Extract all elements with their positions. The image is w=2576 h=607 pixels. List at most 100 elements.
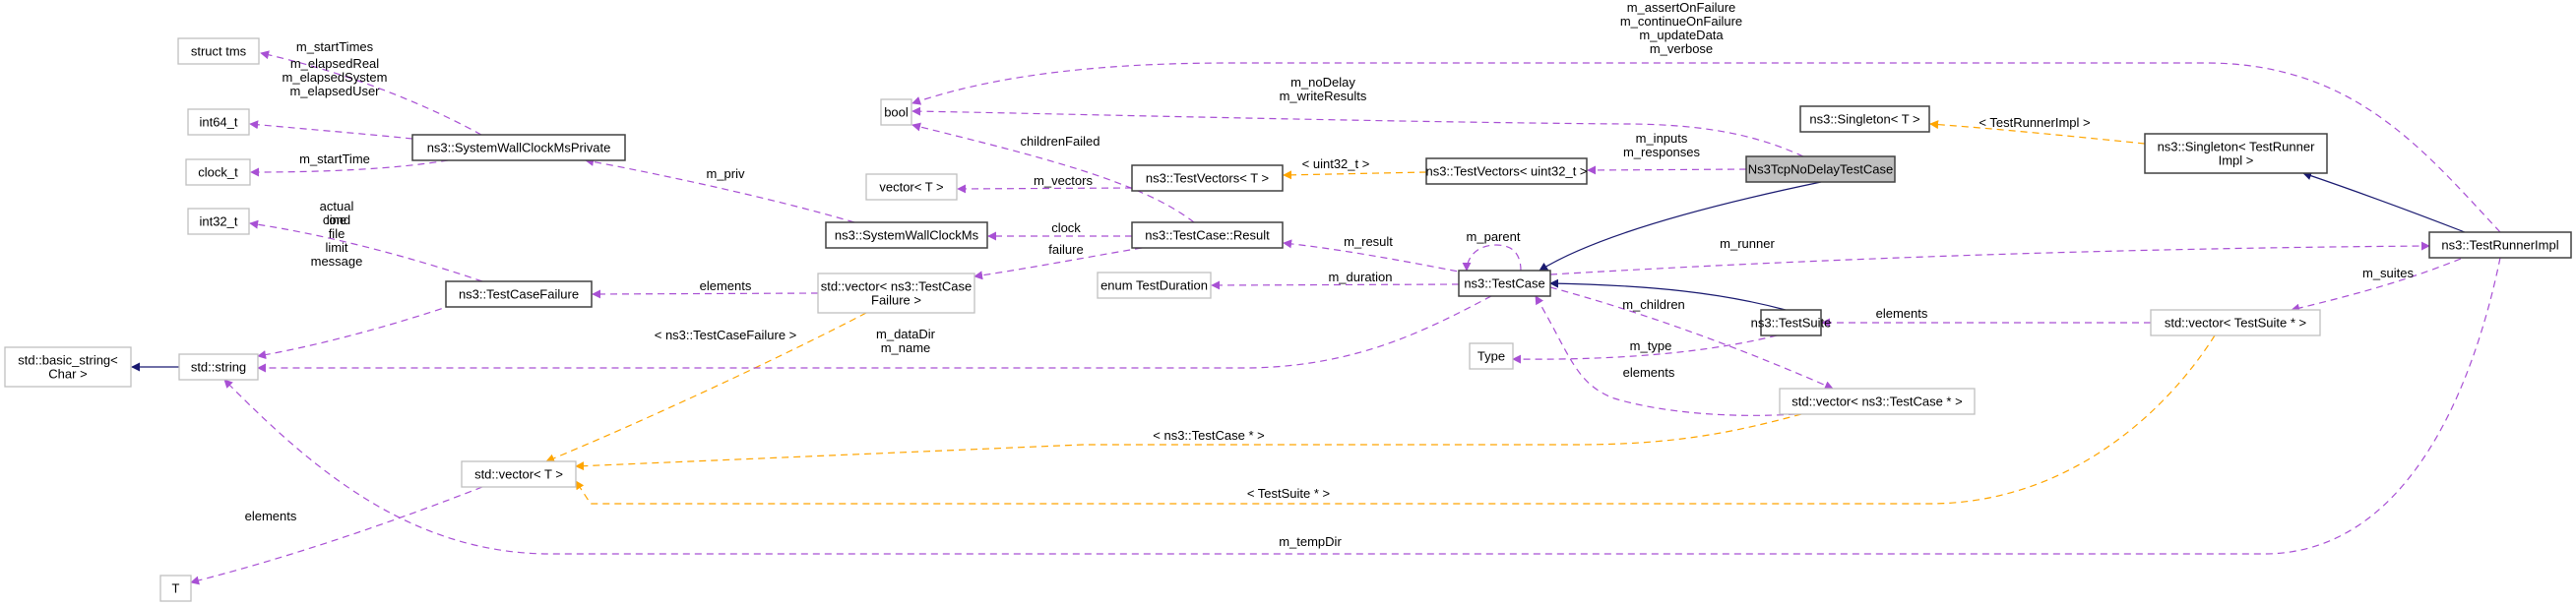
edge-usage-testcasefailure-to-std_string — [257, 304, 454, 360]
edge-label: m_type — [1630, 338, 1672, 353]
edge-label: m_elapsedReal — [290, 56, 379, 71]
edge-label: m_priv — [706, 166, 745, 181]
edge-label: < TestRunnerImpl > — [1979, 115, 2090, 130]
class-node-swcm[interactable]: ns3::SystemWallClockMs — [825, 221, 988, 249]
edge-label: m_writeResults — [1280, 89, 1367, 103]
class-node-std-string: std::string — [178, 353, 259, 381]
node-label: ns3::TestCase::Result — [1145, 228, 1270, 243]
edge-usage-swcm_private-to-int64_t — [249, 120, 413, 140]
node-label: Failure > — [871, 293, 921, 308]
edge-label: m_elapsedUser — [289, 84, 380, 98]
edge-label: m_suites — [2362, 266, 2415, 280]
node-label: ns3::TestCase — [1464, 276, 1544, 291]
class-node-testrunnerimpl[interactable]: ns3::TestRunnerImpl — [2428, 231, 2572, 259]
class-node-testsuite[interactable]: ns3::TestSuite — [1751, 309, 1832, 336]
class-node-focus[interactable]: Ns3TcpNoDelayTestCase — [1745, 155, 1896, 183]
class-node-singleton-T[interactable]: ns3::Singleton< T > — [1799, 105, 1930, 133]
edge-usage-testcase-to-testrunnerimpl — [1549, 241, 2430, 275]
edge-usage-testcase-to-vec_testcase — [1549, 286, 1834, 390]
edge-usage-testcase-to-enum_duration — [1211, 280, 1460, 290]
class-node-testvectors-u32[interactable]: ns3::TestVectors< uint32_t > — [1425, 157, 1588, 185]
edge-label: < uint32_t > — [1302, 156, 1370, 171]
node-label: vector< T > — [879, 180, 943, 195]
class-node-vector-T: vector< T > — [865, 173, 958, 201]
edge-usage-vec_testcase-to-testcase — [1535, 295, 1796, 416]
edge-label: m_startTimes — [296, 39, 374, 54]
edge-label: m_duration — [1328, 270, 1392, 284]
class-node-tc-result[interactable]: ns3::TestCase::Result — [1131, 221, 1284, 249]
class-node-int64-t: int64_t — [187, 108, 250, 136]
edge-label: < ns3::TestCase * > — [1153, 428, 1264, 443]
edge-inherit-focus-to-testcase — [1539, 181, 1822, 272]
class-node-vec-tcf: std::vector< ns3::TestCaseFailure > — [817, 273, 975, 314]
node-label: Char > — [48, 367, 87, 382]
class-node-testcase[interactable]: ns3::TestCase — [1458, 270, 1551, 297]
node-label: Ns3TcpNoDelayTestCase — [1748, 162, 1893, 177]
class-node-type: Type — [1469, 342, 1514, 370]
class-node-testcasefailure[interactable]: ns3::TestCaseFailure — [445, 280, 593, 308]
node-label: std::vector< T > — [474, 467, 563, 482]
edge-label: m_vectors — [1034, 173, 1093, 188]
edge-label: m_name — [881, 340, 931, 355]
edge-label: m_inputs — [1636, 131, 1688, 146]
node-label: T — [172, 581, 180, 596]
edge-label: m_assertOnFailure — [1627, 0, 1736, 15]
edge-template-testvectors_u32-to-testvectors_T — [1283, 170, 1427, 180]
node-label: std::basic_string< — [18, 353, 118, 368]
class-node-std-vector-T: std::vector< T > — [461, 460, 577, 488]
node-label: struct tms — [191, 44, 247, 59]
node-label: ns3::TestVectors< uint32_t > — [1425, 164, 1587, 179]
nodes-layer: struct tmsint64_tclock_tint32_tstd::basi… — [4, 37, 2572, 602]
edge-label: m_responses — [1623, 145, 1701, 159]
node-label: ns3::TestVectors< T > — [1146, 171, 1269, 186]
edge-label: childrenFailed — [1021, 134, 1100, 149]
edge-label: elements — [1623, 365, 1675, 380]
node-label: ns3::TestSuite — [1751, 316, 1832, 331]
node-label: std::vector< TestSuite * > — [2165, 316, 2306, 331]
edge-label: m_tempDir — [1279, 534, 1342, 549]
edge-usage-focus-to-testvectors_u32 — [1587, 165, 1747, 175]
class-node-singleton-tri[interactable]: ns3::Singleton< TestRunnerImpl > — [2144, 133, 2328, 174]
node-label: ns3::TestRunnerImpl — [2441, 238, 2558, 253]
edge-label: m_elapsedSystem — [283, 70, 388, 85]
edge-label: m_dataDir — [876, 327, 936, 341]
edge-label: m_startTime — [299, 152, 370, 166]
edge-label: m_children — [1622, 297, 1685, 312]
edge-label: < TestSuite * > — [1247, 486, 1330, 501]
class-node-vec-testcase: std::vector< ns3::TestCase * > — [1779, 388, 1976, 415]
edge-label: elements — [1876, 306, 1928, 321]
edge-label: cond — [323, 212, 350, 227]
node-label: Impl > — [2219, 153, 2254, 168]
class-node-clock-t: clock_t — [185, 158, 251, 186]
class-node-testvectors-T[interactable]: ns3::TestVectors< T > — [1131, 164, 1284, 192]
class-node-swcm-private[interactable]: ns3::SystemWallClockMsPrivate — [411, 134, 626, 161]
class-node-vec-testsuite: std::vector< TestSuite * > — [2150, 309, 2321, 336]
node-label: ns3::SystemWallClockMs — [835, 228, 979, 243]
edge-usage-testcasefailure-to-int32_t — [249, 219, 483, 282]
node-label: ns3::TestCaseFailure — [459, 287, 579, 302]
class-node-struct-tms: struct tms — [177, 37, 260, 65]
edge-label: m_runner — [1720, 236, 1775, 251]
edge-label: m_continueOnFailure — [1620, 14, 1742, 29]
edge-label: m_noDelay — [1290, 75, 1355, 90]
collaboration-diagram: m_startTimes m_elapsedRealm_elapsedSystem… — [4, 0, 2572, 602]
edge-label: clock — [1051, 220, 1081, 235]
edge-usage-vec_tcf-to-testcasefailure — [592, 289, 819, 299]
edge-usage-testvectors_T-to-vector_T — [957, 184, 1133, 194]
edge-label: < ns3::TestCaseFailure > — [655, 328, 797, 342]
node-label: Type — [1477, 349, 1505, 364]
edge-label: limit — [325, 240, 347, 255]
edge-label: elements — [700, 278, 752, 293]
node-label: int64_t — [199, 115, 237, 130]
node-label: std::string — [191, 360, 246, 375]
edge-label: m_result — [1344, 234, 1393, 249]
edge-label: elements — [245, 509, 297, 523]
edges-layer — [131, 50, 2501, 585]
node-label: ns3::SystemWallClockMsPrivate — [427, 141, 611, 155]
class-node-T: T — [159, 575, 192, 602]
node-label: std::vector< ns3::TestCase * > — [1791, 395, 1962, 409]
node-label: std::vector< ns3::TestCase — [821, 279, 973, 294]
node-label: enum TestDuration — [1100, 278, 1208, 293]
edge-label: m_parent — [1467, 229, 1521, 244]
edge-label: failure — [1048, 242, 1083, 257]
